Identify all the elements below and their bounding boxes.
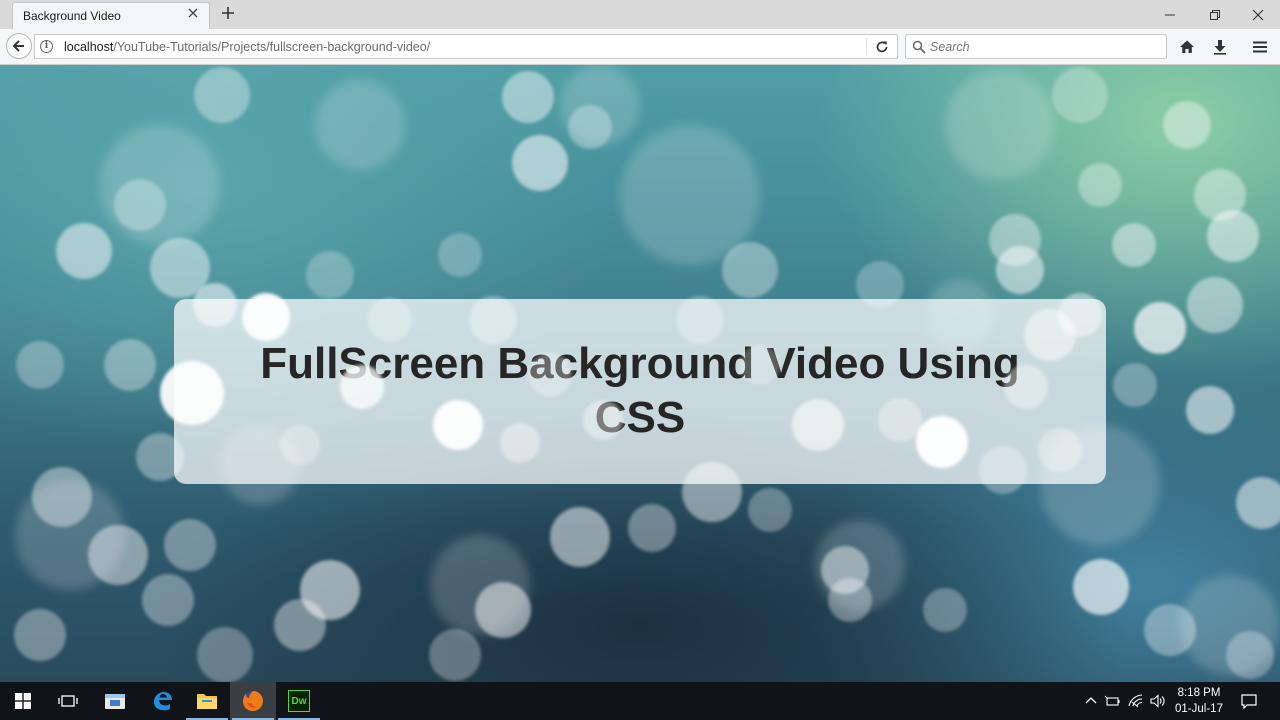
windows-taskbar: Dw 8:18 PM 01-Jul-17 — [0, 682, 1280, 720]
close-icon[interactable] — [1236, 0, 1280, 29]
minimize-icon[interactable] — [1148, 0, 1192, 29]
system-clock[interactable]: 8:18 PM 01-Jul-17 — [1170, 685, 1228, 717]
url-host: localhost — [64, 40, 114, 54]
windows-start-icon[interactable] — [0, 682, 46, 720]
url-path: /YouTube-Tutorials/Projects/fullscreen-b… — [113, 40, 431, 54]
dreamweaver-icon[interactable]: Dw — [276, 682, 322, 720]
browser-tab[interactable]: Background Video — [12, 2, 210, 29]
chevron-up-icon[interactable] — [1083, 693, 1099, 709]
navigation-toolbar: i localhost/YouTube-Tutorials/Projects/f… — [0, 29, 1280, 65]
wifi-icon[interactable] — [1128, 693, 1144, 709]
menu-icon[interactable] — [1248, 35, 1272, 59]
search-icon — [912, 40, 926, 54]
info-icon[interactable]: i — [40, 40, 53, 53]
dreamweaver-label: Dw — [291, 695, 307, 707]
back-arrow-icon — [12, 40, 24, 52]
home-icon[interactable] — [1175, 35, 1199, 59]
volume-icon[interactable] — [1150, 693, 1166, 709]
firefox-icon[interactable] — [230, 682, 276, 720]
search-input[interactable] — [930, 38, 1160, 55]
notification-icon[interactable] — [1241, 693, 1257, 709]
plus-icon[interactable] — [218, 4, 238, 24]
reload-icon[interactable] — [875, 40, 889, 54]
url-divider — [866, 38, 867, 55]
task-view-icon[interactable] — [45, 682, 91, 720]
background-video: FullScreen Background Video Using CSS — [0, 65, 1280, 682]
store-icon[interactable] — [92, 682, 138, 720]
close-icon[interactable] — [185, 7, 201, 23]
battery-icon[interactable] — [1104, 693, 1120, 709]
restore-icon[interactable] — [1193, 0, 1237, 29]
edge-icon[interactable] — [139, 682, 185, 720]
search-bar[interactable] — [905, 34, 1167, 59]
file-explorer-icon[interactable] — [184, 682, 230, 720]
clock-time: 8:18 PM — [1177, 687, 1221, 699]
url-text[interactable]: localhost/YouTube-Tutorials/Projects/ful… — [64, 40, 430, 54]
clock-date: 01-Jul-17 — [1175, 703, 1223, 715]
download-icon[interactable] — [1208, 35, 1232, 59]
tab-title: Background Video — [23, 9, 121, 23]
hero-panel: FullScreen Background Video Using CSS — [174, 299, 1106, 484]
tab-strip: Background Video — [0, 0, 1280, 29]
page-title: FullScreen Background Video Using CSS — [260, 339, 1020, 442]
back-button[interactable] — [6, 33, 32, 59]
url-bar[interactable]: i localhost/YouTube-Tutorials/Projects/f… — [34, 34, 898, 59]
